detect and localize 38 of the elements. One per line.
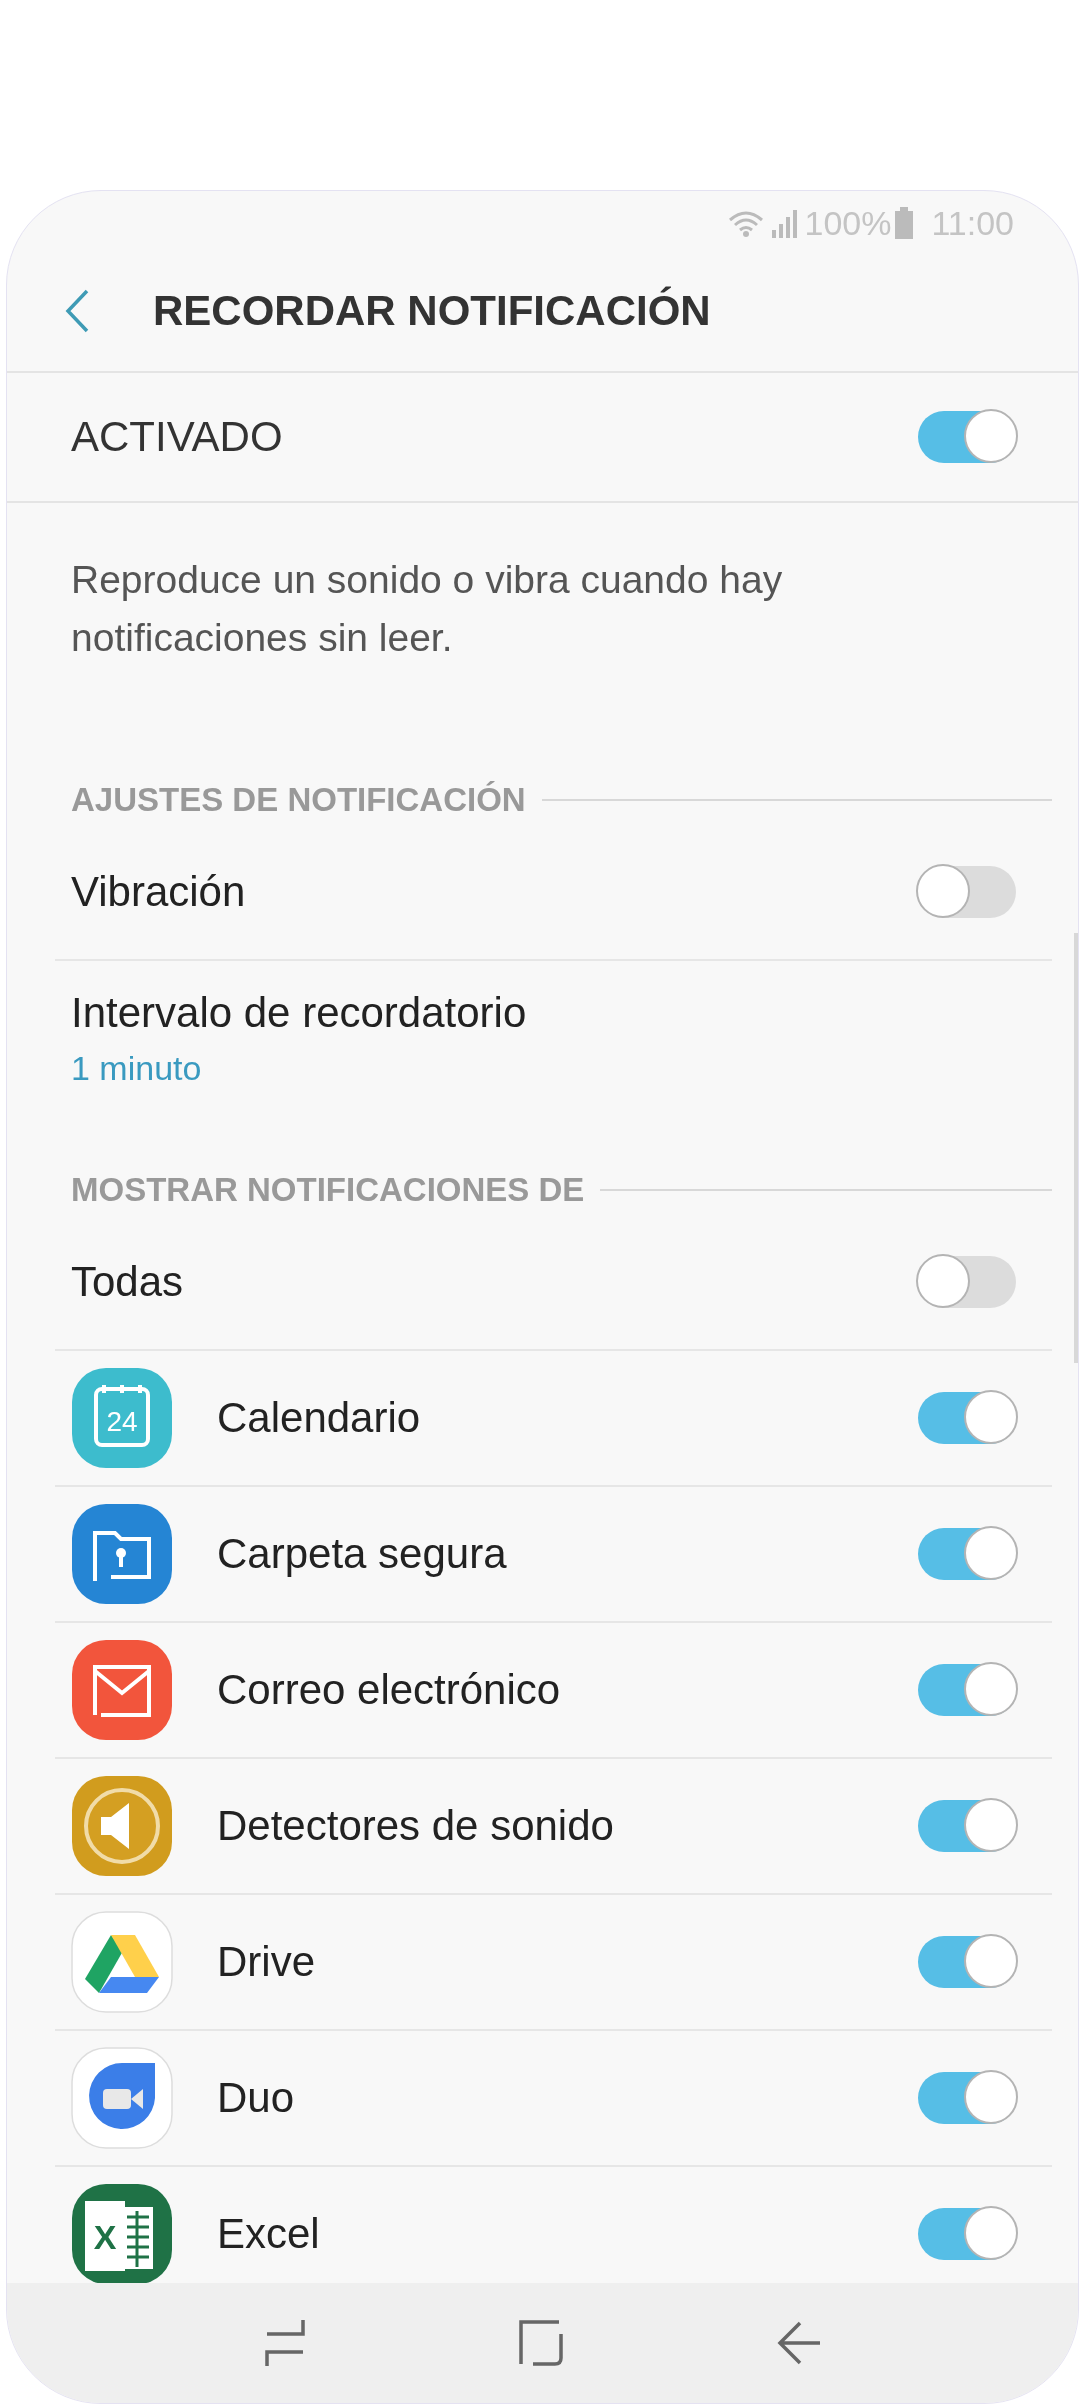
setting-label: Carpeta segura [217, 1530, 508, 1578]
home-icon[interactable] [519, 2320, 564, 2366]
back-icon[interactable] [65, 289, 89, 333]
setting-label: Duo [217, 2074, 296, 2122]
envelope-icon [71, 1639, 173, 1741]
toggle-switch[interactable] [918, 1936, 1016, 1988]
battery-icon [895, 207, 914, 239]
toggle-switch[interactable] [918, 1800, 1016, 1852]
master-switch[interactable] [918, 411, 1016, 463]
calendar-icon: 24 [71, 1367, 173, 1469]
triangle-logo-icon [71, 1911, 173, 2013]
toggle-switch[interactable] [918, 2072, 1016, 2124]
spreadsheet-icon: X [71, 2183, 173, 2283]
setting-label: Todas [71, 1258, 185, 1306]
recents-icon[interactable] [263, 2318, 308, 2368]
toggle-switch[interactable] [918, 1664, 1016, 1716]
setting-label: Excel [217, 2210, 321, 2258]
toggle-switch[interactable] [918, 1528, 1016, 1580]
setting-label: Intervalo de recordatorio [71, 988, 527, 1037]
toggle-switch[interactable] [918, 2208, 1016, 2260]
toggle-switch[interactable] [918, 1256, 1016, 1308]
setting-label: Vibración [71, 868, 247, 916]
video-camera-icon [71, 2047, 173, 2149]
back-icon[interactable] [775, 2320, 822, 2366]
section-header: AJUSTES DE NOTIFICACIÓN [71, 781, 526, 819]
description: Reproduce un sonido o vibra cuando hay notificaciones sin leer. [70, 557, 784, 661]
setting-label: Calendario [217, 1394, 422, 1442]
speaker-icon [71, 1775, 173, 1877]
page-title: RECORDAR NOTIFICACIÓN [153, 287, 711, 335]
section-header: MOSTRAR NOTIFICACIONES DE [71, 1171, 585, 1209]
toggle-switch[interactable] [918, 866, 1016, 918]
setting-label: Correo electrónico [217, 1666, 562, 1714]
setting-value: 1 minuto [71, 1048, 203, 1088]
master-label: ACTIVADO [71, 413, 283, 461]
setting-label: Detectores de sonido [217, 1802, 615, 1850]
locked-folder-icon [71, 1503, 173, 1605]
toggle-switch[interactable] [918, 1392, 1016, 1444]
setting-label: Drive [217, 1938, 316, 1986]
